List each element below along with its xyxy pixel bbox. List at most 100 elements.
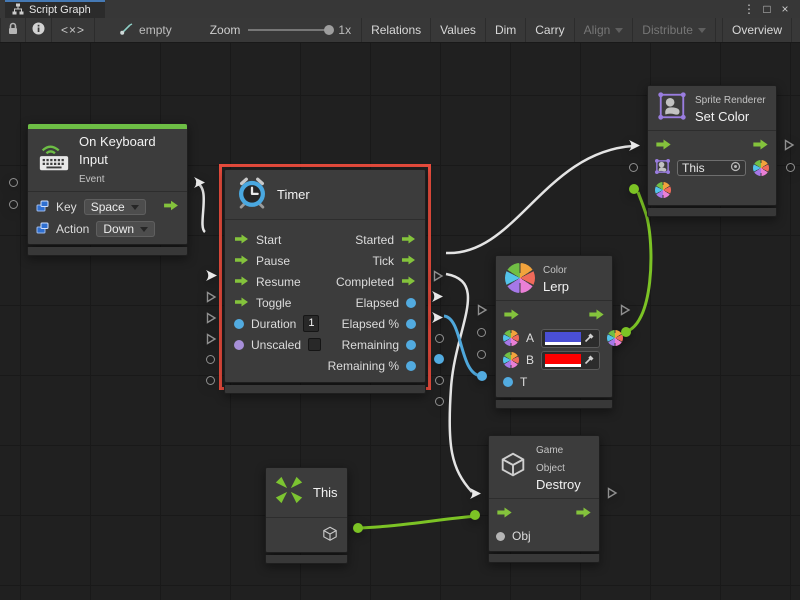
t-port-connected[interactable] [477,371,487,381]
color-port-icon [655,182,671,198]
obj-port-connected[interactable] [470,510,480,520]
self-output-port-connected[interactable] [353,523,363,533]
trigger-output-port-connected[interactable] [194,176,206,189]
key-input-port[interactable] [9,178,18,187]
flow-in-icon [234,275,249,289]
close-icon[interactable]: × [778,2,792,16]
port-row-started: Started [328,229,416,250]
wire-keyboard-to-timer-start[interactable] [196,183,205,232]
port-row-remaining: Remaining [328,334,416,355]
node-color-lerp[interactable]: Color Lerp A [495,255,613,409]
elapsed-port[interactable] [435,334,444,343]
wire-tick-to-setcolor[interactable] [446,146,633,253]
action-input-port[interactable] [9,200,18,209]
color-field-a[interactable] [541,329,600,348]
lock-icon [7,22,19,38]
port-row-t: T [503,371,605,393]
info-icon [32,22,45,38]
values-button[interactable]: Values [431,18,486,42]
unscaled-port[interactable] [206,376,215,385]
node-footer [224,385,426,394]
code-preview-button[interactable]: <×> [52,18,95,42]
b-port[interactable] [477,350,486,359]
port-row-resume: Resume [234,271,321,292]
object-picker-icon[interactable] [730,161,741,175]
key-dropdown[interactable]: Space [84,199,146,215]
flow-out-icon [588,309,605,323]
unscaled-checkbox[interactable] [308,338,321,351]
tick-port-connected[interactable] [432,290,444,303]
node-timer[interactable]: Timer Start Pause Resume Toggle Duration… [224,169,426,394]
values-label: Values [440,23,476,37]
distribute-button[interactable]: Distribute [633,18,716,42]
window-menu-icon[interactable]: ⋮ [742,2,756,16]
remaining-pct-port[interactable] [435,397,444,406]
eyedropper-icon[interactable] [584,331,596,346]
title-bar: Script Graph ⋮ □ × [0,0,800,18]
tab-script-graph[interactable]: Script Graph [5,0,105,18]
node-footer [265,555,348,564]
overview-button[interactable]: Overview [722,18,792,42]
game-object-icon [498,450,528,485]
start-port-connected[interactable] [206,269,218,282]
relations-button[interactable]: Relations [361,18,431,42]
node-this[interactable]: This [265,467,348,564]
color-port-connected[interactable] [629,184,639,194]
self-output-row [274,522,339,548]
color-field-b[interactable] [541,351,600,370]
chevron-down-icon [698,28,706,33]
port-row-pause: Pause [234,250,321,271]
remaining-port[interactable] [435,376,444,385]
lerp-flow-in-port[interactable] [477,304,488,316]
relations-label: Relations [371,23,421,37]
flow-in-icon [655,139,672,153]
eyedropper-icon[interactable] [584,353,596,368]
wire-elapsedpct-to-t[interactable] [444,316,481,376]
color-swatch-a[interactable] [545,332,581,345]
pause-port[interactable] [206,291,217,303]
node-set-color[interactable]: Sprite Renderer Set Color This [647,85,777,217]
node-destroy[interactable]: Game Object Destroy Obj [488,435,600,563]
lock-button[interactable] [0,18,26,42]
trigger-flow-icon [163,200,179,214]
lerp-flow-out-port[interactable] [620,304,631,316]
inspect-button[interactable] [26,18,52,42]
a-port[interactable] [477,328,486,337]
zoom-slider[interactable] [248,29,330,31]
node-on-keyboard-input[interactable]: On Keyboard Input Event Key Space Action… [27,123,188,256]
resume-port[interactable] [206,312,217,324]
zoom-slider-handle[interactable] [324,25,334,35]
destroy-flow-out-port[interactable] [607,487,618,499]
destroy-flow-in-port-connected[interactable] [470,487,482,500]
wire-this-to-obj[interactable] [357,516,477,528]
target-value: This [682,161,726,175]
maximize-icon[interactable]: □ [760,2,774,16]
dim-button[interactable]: Dim [486,18,526,42]
overview-label: Overview [732,23,782,37]
wire-completed-to-destroy[interactable] [446,274,472,492]
duration-input[interactable]: 1 [303,315,319,332]
chevron-down-icon [615,28,623,33]
carry-button[interactable]: Carry [526,18,574,42]
started-port[interactable] [433,270,444,282]
setcolor-flow-out-port[interactable] [784,139,795,151]
color-swatch-b[interactable] [545,354,581,367]
lerp-result-port-connected[interactable] [621,327,631,337]
object-port-icon [496,532,505,541]
completed-port-connected[interactable] [432,311,444,324]
remaining-label: Remaining [342,338,399,352]
target-port[interactable] [629,163,638,172]
duration-port[interactable] [206,355,215,364]
zoom-label: Zoom [210,23,241,37]
elapsed-pct-port-connected[interactable] [434,354,444,364]
target-output-port[interactable] [786,163,795,172]
setcolor-flow-in-port-connected[interactable] [629,139,641,152]
align-label: Align [584,23,611,37]
toggle-port[interactable] [206,333,217,345]
align-button[interactable]: Align [575,18,634,42]
action-dropdown[interactable]: Down [96,221,155,237]
key-value: Space [91,200,125,214]
graph-canvas[interactable]: On Keyboard Input Event Key Space Action… [0,43,800,600]
target-object-field[interactable]: This [677,160,746,176]
fullscreen-button[interactable]: Full Screen [792,18,800,42]
